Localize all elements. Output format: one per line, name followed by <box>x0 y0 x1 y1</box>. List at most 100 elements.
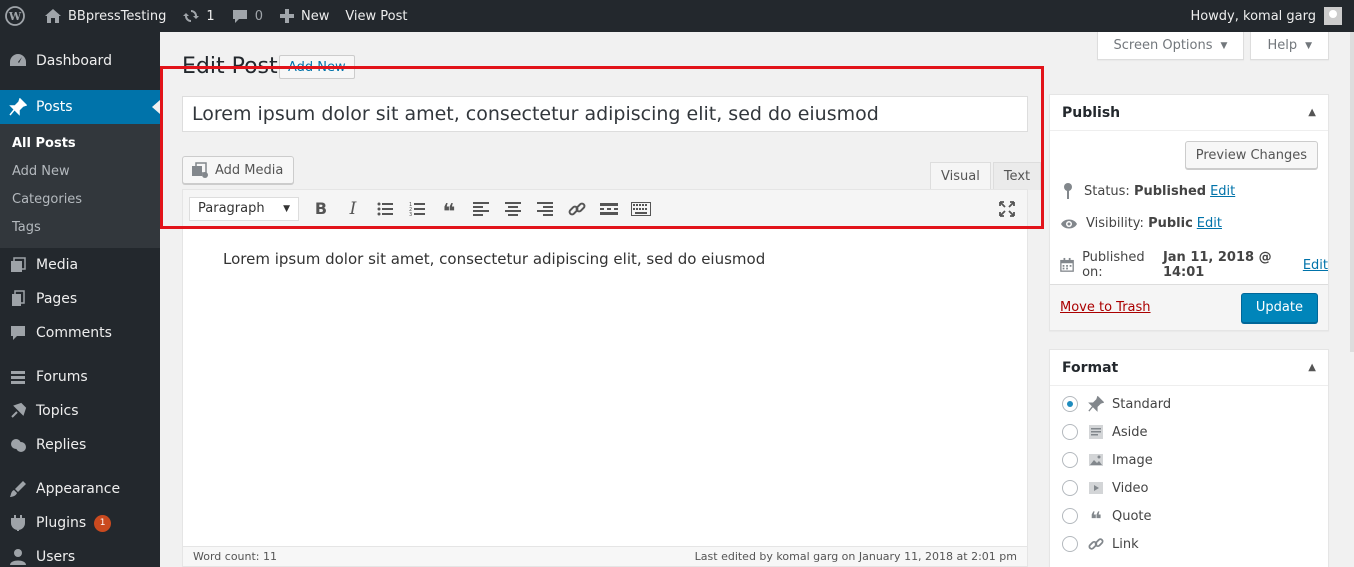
sidebar-item-pages[interactable]: Pages <box>0 282 160 316</box>
sidebar-item-dashboard[interactable]: Dashboard <box>0 44 160 78</box>
format-option-video[interactable]: Video <box>1050 474 1328 502</box>
comment-icon <box>232 10 247 23</box>
preview-changes-button[interactable]: Preview Changes <box>1184 141 1318 169</box>
pin-icon <box>8 97 28 117</box>
add-media-label: Add Media <box>215 162 284 178</box>
toolbar-toggle-button[interactable] <box>625 195 657 223</box>
brush-icon <box>8 479 28 499</box>
bullet-list-button[interactable] <box>369 195 401 223</box>
updates-link[interactable]: 1 <box>174 0 222 32</box>
screen-options-button[interactable]: Screen Options ▼ <box>1096 32 1245 60</box>
sidebar-item-label: Replies <box>36 437 87 453</box>
status-value: Published <box>1133 183 1207 199</box>
format-radio-link[interactable] <box>1062 536 1078 552</box>
move-to-trash-link[interactable]: Move to Trash <box>1060 300 1151 315</box>
read-more-icon <box>600 202 618 215</box>
link-icon <box>568 202 586 215</box>
sidebar-item-users[interactable]: Users <box>0 540 160 567</box>
edit-status-link[interactable]: Edit <box>1210 184 1235 199</box>
format-radio-image[interactable] <box>1062 452 1078 468</box>
word-count: Word count: 11 <box>193 550 278 563</box>
tab-visual[interactable]: Visual <box>930 162 991 190</box>
bold-icon: B <box>314 199 328 218</box>
image-icon <box>1086 450 1106 470</box>
collapse-arrow-icon[interactable]: ▲ <box>1308 107 1316 118</box>
submenu-tags[interactable]: Tags <box>0 214 160 242</box>
quote-icon: ❝ <box>442 199 456 225</box>
pages-icon <box>8 289 28 309</box>
format-radio-quote[interactable] <box>1062 508 1078 524</box>
comments-link[interactable]: 0 <box>223 0 271 32</box>
italic-button[interactable]: I <box>337 195 369 223</box>
publish-box-header[interactable]: Publish ▲ <box>1050 95 1328 131</box>
site-name-link[interactable]: BBpressTesting <box>36 0 174 32</box>
status-label: Status: <box>1084 183 1130 199</box>
format-label: Aside <box>1112 424 1148 440</box>
account-menu[interactable]: Howdy, komal garg <box>1182 0 1354 32</box>
sidebar-item-topics[interactable]: Topics <box>0 394 160 428</box>
edit-visibility-link[interactable]: Edit <box>1197 216 1222 231</box>
format-option-quote[interactable]: ❝ Quote <box>1050 502 1328 530</box>
comment-icon <box>8 323 28 343</box>
admin-bar: W BBpressTesting 1 0 New View Post Howdy… <box>0 0 1354 32</box>
format-radio-standard[interactable] <box>1062 396 1078 412</box>
sidebar-item-media[interactable]: Media <box>0 248 160 282</box>
wordpress-logo-icon[interactable]: W <box>0 0 36 32</box>
tab-text[interactable]: Text <box>992 162 1042 190</box>
sidebar-item-replies[interactable]: Replies <box>0 428 160 462</box>
format-heading: Format <box>1062 359 1119 376</box>
view-post-label: View Post <box>345 8 408 24</box>
sidebar-item-posts[interactable]: Posts <box>0 90 160 124</box>
post-title-input[interactable]: Lorem ipsum dolor sit amet, consectetur … <box>182 96 1028 132</box>
update-button[interactable]: Update <box>1240 292 1318 323</box>
sidebar-item-forums[interactable]: Forums <box>0 360 160 394</box>
format-select[interactable]: Paragraph ▼ <box>189 196 299 221</box>
edit-date-link[interactable]: Edit <box>1303 258 1328 273</box>
format-option-standard[interactable]: Standard <box>1050 390 1328 418</box>
sidebar-item-label: Comments <box>36 325 112 341</box>
collapse-arrow-icon[interactable]: ▲ <box>1308 362 1316 373</box>
publish-actions: Move to Trash Update <box>1050 284 1328 330</box>
sidebar-item-comments[interactable]: Comments <box>0 316 160 350</box>
format-option-image[interactable]: Image <box>1050 446 1328 474</box>
align-right-button[interactable] <box>529 195 561 223</box>
sidebar-item-appearance[interactable]: Appearance <box>0 472 160 506</box>
insert-link-button[interactable] <box>561 195 593 223</box>
caret-down-icon: ▼ <box>283 203 290 214</box>
sidebar-item-label: Pages <box>36 291 78 307</box>
read-more-button[interactable] <box>593 195 625 223</box>
align-center-button[interactable] <box>497 195 529 223</box>
numbered-list-button[interactable]: 123 <box>401 195 433 223</box>
visibility-value: Public <box>1148 216 1193 231</box>
submenu-categories[interactable]: Categories <box>0 186 160 214</box>
sidebar-item-label: Topics <box>36 403 79 419</box>
post-publish-date: Published on: Jan 11, 2018 @ 14:01 Edit <box>1060 250 1328 280</box>
format-option-link[interactable]: Link <box>1050 530 1328 558</box>
post-status: Status: Published Edit <box>1060 182 1235 200</box>
align-left-button[interactable] <box>465 195 497 223</box>
new-content-link[interactable]: New <box>271 0 337 32</box>
page-scrollbar[interactable] <box>1350 32 1354 352</box>
format-radio-aside[interactable] <box>1062 424 1078 440</box>
sidebar-item-label: Media <box>36 257 79 273</box>
media-icon <box>192 162 208 178</box>
format-box-header[interactable]: Format ▲ <box>1050 350 1328 386</box>
submenu-all-posts[interactable]: All Posts <box>0 130 160 158</box>
fullscreen-button[interactable] <box>991 195 1023 223</box>
add-media-button[interactable]: Add Media <box>182 156 295 184</box>
submenu-add-new[interactable]: Add New <box>0 158 160 186</box>
format-radio-video[interactable] <box>1062 480 1078 496</box>
editor-content[interactable]: Lorem ipsum dolor sit amet, consectetur … <box>183 228 1027 290</box>
help-label: Help <box>1267 38 1298 53</box>
updates-count: 1 <box>206 8 215 24</box>
add-new-button[interactable]: Add New <box>279 55 355 79</box>
blockquote-button[interactable]: ❝ <box>433 195 465 223</box>
published-label: Published on: <box>1082 250 1145 280</box>
bold-button[interactable]: B <box>305 195 337 223</box>
home-icon <box>45 9 61 23</box>
sidebar-item-plugins[interactable]: Plugins 1 <box>0 506 160 540</box>
format-option-aside[interactable]: Aside <box>1050 418 1328 446</box>
view-post-link[interactable]: View Post <box>337 0 415 32</box>
help-button[interactable]: Help ▼ <box>1250 32 1329 60</box>
admin-sidebar: Dashboard Posts All Posts Add New Catego… <box>0 32 160 567</box>
